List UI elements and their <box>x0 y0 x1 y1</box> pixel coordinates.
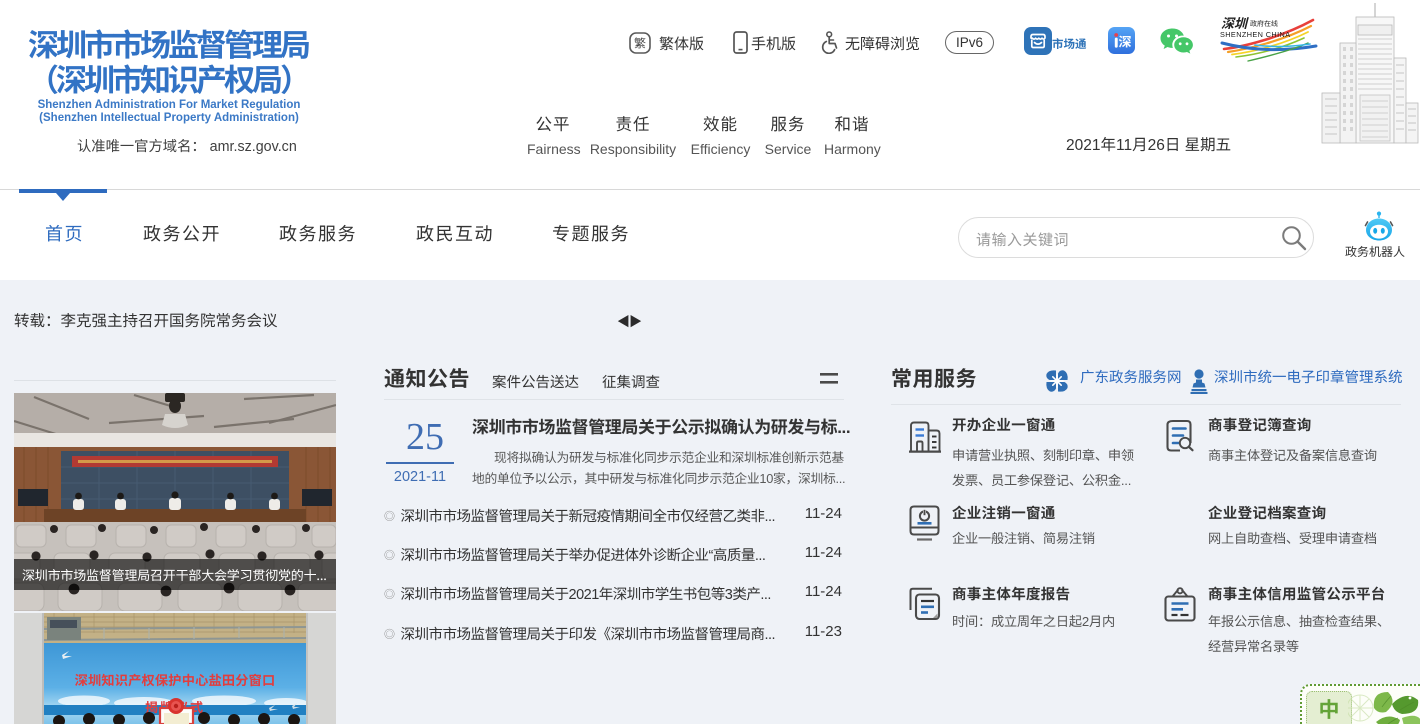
svg-text:SHENZHEN CHINA: SHENZHEN CHINA <box>1220 30 1290 39</box>
svg-text:政府在线: 政府在线 <box>1250 19 1278 29</box>
svg-text:深: 深 <box>1118 32 1131 51</box>
svg-text:繁: 繁 <box>634 35 646 52</box>
svg-text:深圳市市场监督管理局召开干部大会学习贯彻党的十...: 深圳市市场监督管理局召开干部大会学习贯彻党的十... <box>22 565 327 584</box>
svg-text:深圳知识产权保护中心盐田分窗口: 深圳知识产权保护中心盐田分窗口 <box>75 670 276 689</box>
